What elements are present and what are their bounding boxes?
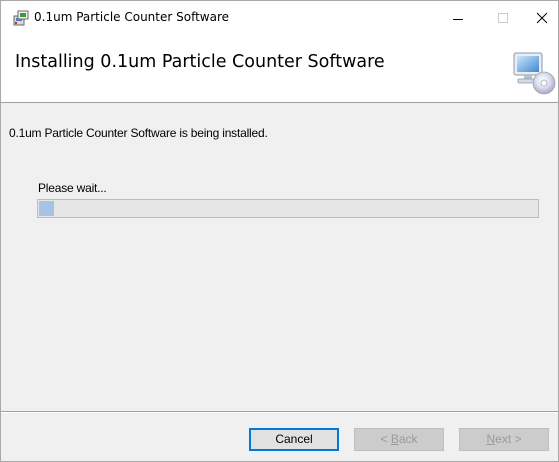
next-button-label: ext bbox=[495, 432, 512, 446]
installer-window: 0.1um Particle Counter Software Installi… bbox=[0, 0, 559, 462]
please-wait-label: Please wait... bbox=[38, 181, 107, 195]
cancel-button[interactable]: Cancel bbox=[249, 428, 339, 451]
title-bar[interactable]: 0.1um Particle Counter Software bbox=[1, 1, 558, 36]
back-button-prefix: < bbox=[380, 432, 391, 446]
next-button-mnemonic: N bbox=[486, 432, 496, 446]
back-button-label: ack bbox=[398, 432, 418, 446]
progress-fill bbox=[39, 201, 54, 216]
back-button-mnemonic: B bbox=[390, 432, 399, 446]
install-progress-bar bbox=[37, 199, 539, 218]
header-banner: Installing 0.1um Particle Counter Softwa… bbox=[1, 36, 558, 103]
cancel-button-label: Cancel bbox=[275, 432, 313, 446]
back-button: < Back bbox=[354, 428, 444, 451]
installer-app-icon bbox=[13, 10, 29, 26]
footer-divider bbox=[1, 411, 558, 413]
computer-cd-icon bbox=[513, 52, 556, 95]
banner-title: Installing 0.1um Particle Counter Softwa… bbox=[15, 52, 385, 72]
close-icon bbox=[536, 12, 548, 24]
next-button: Next > bbox=[459, 428, 549, 451]
close-button[interactable] bbox=[512, 1, 558, 36]
next-button-suffix: > bbox=[511, 432, 522, 446]
install-status-text: 0.1um Particle Counter Software is being… bbox=[9, 126, 268, 140]
minimize-icon bbox=[453, 19, 463, 20]
window-title: 0.1um Particle Counter Software bbox=[34, 10, 230, 24]
minimize-button[interactable] bbox=[442, 1, 488, 36]
